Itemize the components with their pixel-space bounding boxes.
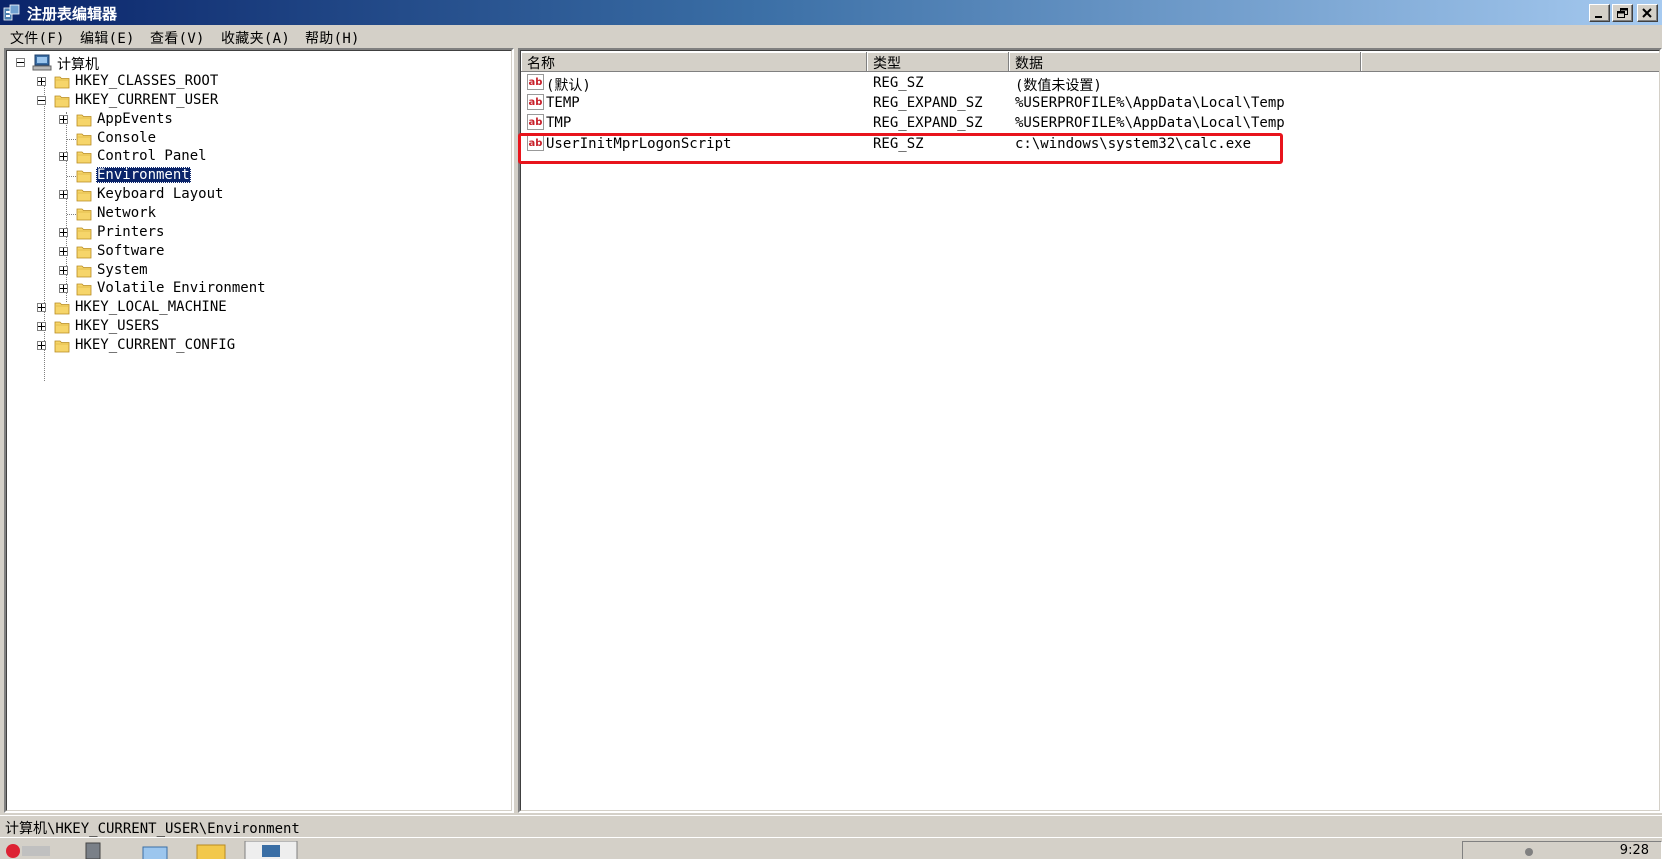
column-header-name[interactable]: 名称: [521, 52, 867, 72]
folder-icon: [76, 133, 92, 145]
tree-node-label: HKEY_LOCAL_MACHINE: [75, 299, 227, 316]
folder-icon: [76, 114, 92, 127]
expand-toggle[interactable]: [59, 284, 68, 294]
folder-icon: [76, 265, 92, 277]
server-manager-icon[interactable]: [80, 841, 106, 859]
window-title: 注册表编辑器: [27, 5, 118, 23]
value-type: REG_SZ: [873, 75, 924, 91]
value-name: TEMP: [546, 95, 580, 112]
title-bar[interactable]: 注册表编辑器: [0, 0, 1662, 25]
tree-node-label: Network: [97, 204, 157, 221]
collapse-toggle[interactable]: [16, 58, 25, 67]
restore-button[interactable]: [1612, 4, 1633, 22]
minimize-button[interactable]: [1589, 4, 1610, 22]
value-row[interactable]: ab TMP REG_EXPAND_SZ %USERPROFILE%\AppData\…: [527, 113, 1659, 133]
system-tray: 9:28: [1462, 841, 1662, 859]
folder-icon: [54, 76, 70, 89]
start-button-icon[interactable]: [4, 841, 54, 859]
expand-toggle[interactable]: [59, 190, 68, 200]
tree-node-label: Keyboard Layout: [97, 186, 224, 203]
folder-icon: [76, 189, 92, 202]
restore-icon: [1617, 8, 1628, 18]
value-name: (默认): [546, 78, 591, 94]
registry-tree-pane[interactable]: 计算机 HKEY_CLASSES_ROOT HKEY_CURRENT_USER Ap…: [4, 48, 514, 813]
value-row[interactable]: ab TEMP REG_EXPAND_SZ %USERPROFILE%\AppData…: [527, 93, 1659, 113]
value-data: (数值未设置): [1015, 78, 1102, 94]
registry-editor-icon: [3, 4, 20, 21]
string-value-icon: ab: [527, 114, 544, 131]
expand-toggle[interactable]: [37, 340, 46, 350]
close-icon: [1642, 8, 1652, 18]
explorer-icon[interactable]: [193, 841, 229, 859]
menu-favorites[interactable]: 收藏夹(A): [221, 28, 290, 48]
expand-toggle[interactable]: [59, 227, 68, 237]
expand-toggle[interactable]: [37, 303, 46, 313]
tree-node-label: Software: [97, 242, 165, 259]
value-data: %USERPROFILE%\AppData\Local\Temp: [1015, 115, 1285, 132]
tree-node-label: HKEY_CLASSES_ROOT: [75, 73, 219, 89]
collapse-toggle[interactable]: [37, 95, 46, 105]
close-button[interactable]: [1637, 4, 1658, 22]
expand-toggle[interactable]: [59, 152, 68, 162]
network-tray-icon[interactable]: [1523, 846, 1535, 858]
tree-node-label: Volatile Environment: [97, 280, 266, 297]
column-header-data[interactable]: 数据: [1009, 52, 1361, 72]
folder-icon: [76, 170, 92, 183]
menu-edit[interactable]: 编辑(E): [80, 28, 135, 48]
menu-file[interactable]: 文件(F): [10, 28, 65, 48]
tree-node-label: HKEY_CURRENT_CONFIG: [75, 336, 236, 353]
folder-icon: [76, 208, 92, 221]
tree-node-label: HKEY_CURRENT_USER: [75, 91, 219, 108]
tree-node-label: HKEY_USERS: [75, 318, 160, 335]
minimize-icon: [1595, 16, 1602, 18]
value-type: REG_EXPAND_SZ: [873, 115, 983, 132]
folder-icon: [54, 340, 70, 353]
string-value-icon: ab: [527, 74, 544, 90]
taskbar: 9:28: [0, 837, 1662, 859]
tree-node-label: Printers: [97, 223, 165, 240]
svg-text:ab: ab: [529, 77, 543, 88]
column-header-type[interactable]: 类型: [867, 52, 1009, 72]
expand-toggle[interactable]: [37, 77, 46, 86]
highlight-annotation: [518, 133, 1283, 164]
value-data: %USERPROFILE%\AppData\Local\Temp: [1015, 95, 1285, 112]
folder-icon: [54, 321, 70, 334]
column-header-filler: [1361, 52, 1659, 72]
svg-text:ab: ab: [529, 117, 543, 128]
svg-text:ab: ab: [529, 97, 543, 108]
value-type: REG_EXPAND_SZ: [873, 95, 983, 112]
tree-node-label: Console: [97, 129, 157, 146]
folder-icon: [54, 95, 70, 108]
menu-bar: 文件(F) 编辑(E) 查看(V) 收藏夹(A) 帮助(H): [0, 25, 1662, 47]
tree-node-label: Environment: [96, 167, 191, 184]
status-bar: 计算机\HKEY_CURRENT_USER\Environment: [0, 815, 1662, 837]
folder-icon: [76, 151, 92, 164]
computer-icon: [32, 54, 52, 71]
registry-editor-task-icon[interactable]: [244, 841, 298, 859]
tree-node-label: AppEvents: [97, 110, 173, 127]
menu-view[interactable]: 查看(V): [150, 28, 205, 48]
folder-icon: [76, 283, 92, 296]
tree-node-label: Control Panel: [97, 148, 207, 165]
folder-icon: [76, 246, 92, 259]
tree-root-label: 计算机: [57, 57, 99, 73]
value-row[interactable]: ab (默认) REG_SZ (数值未设置): [527, 73, 1659, 94]
expand-toggle[interactable]: [59, 114, 68, 124]
expand-toggle[interactable]: [59, 265, 68, 275]
tree-node-label: System: [97, 261, 148, 278]
string-value-icon: ab: [527, 94, 544, 111]
menu-help[interactable]: 帮助(H): [305, 28, 360, 48]
expand-toggle[interactable]: [37, 322, 46, 332]
clock[interactable]: 9:28: [1620, 843, 1649, 858]
expand-toggle[interactable]: [59, 246, 68, 256]
powershell-icon[interactable]: [140, 841, 170, 859]
value-name: TMP: [546, 115, 572, 132]
status-path: 计算机\HKEY_CURRENT_USER\Environment: [5, 821, 300, 837]
folder-icon: [54, 302, 70, 315]
folder-icon: [76, 227, 92, 240]
